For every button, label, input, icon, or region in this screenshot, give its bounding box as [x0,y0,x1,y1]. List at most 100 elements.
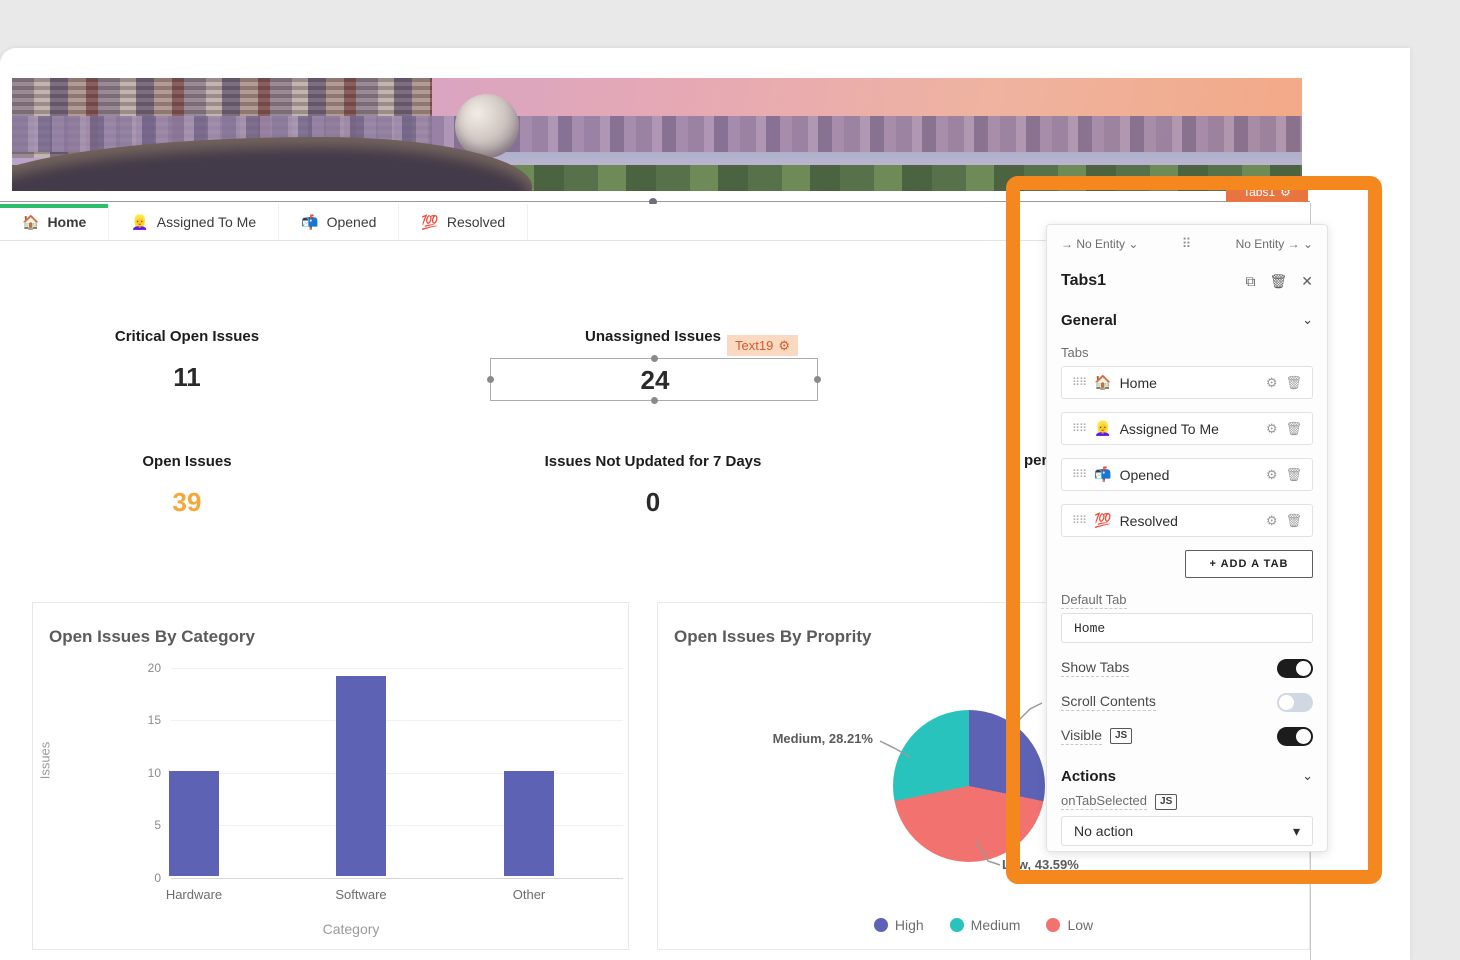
resize-handle-top[interactable] [651,355,658,362]
copy-icon[interactable]: ⧉ [1245,273,1255,290]
y-axis-label: Issues [38,711,53,811]
home-icon: 🏠 [22,214,39,231]
bar-software[interactable] [336,676,386,876]
chevron-down-icon: ⌄ [1302,768,1313,784]
actions-section-header[interactable]: Actions ⌄ [1061,761,1313,791]
app-canvas: 🏠 Home 👱‍♀️ Assigned To Me 📬 Opened 💯 Re… [0,48,1410,960]
gear-icon[interactable]: ⚙ [1280,185,1291,199]
stat-open-issues-label[interactable]: Open Issues [17,453,357,470]
drag-handle-icon[interactable]: ⠿⠿ [1072,468,1086,481]
science-world-dome [455,94,519,158]
header-city-image[interactable] [12,78,1302,191]
text19-selection-box[interactable]: 24 [490,358,818,401]
gear-icon[interactable]: ⚙ [1266,421,1278,437]
tick-15: 15 [131,713,161,727]
scroll-contents-label: Scroll Contents [1061,693,1156,711]
chevron-down-icon: ⌄ [1128,237,1138,251]
xlabel-hardware: Hardware [134,887,254,902]
widget-name: Tabs1 [1243,185,1275,199]
entity-navigation: → No Entity ⌄ ⠿ No Entity → ⌄ [1061,227,1313,261]
trash-icon[interactable]: 🗑 [1285,467,1302,483]
pane-tab-row-resolved[interactable]: ⠿⠿ 💯 Resolved ⚙ 🗑 [1061,504,1313,537]
on-tab-selected-select[interactable]: No action ▾ [1061,816,1313,846]
gear-icon[interactable]: ⚙ [1266,375,1278,391]
trash-icon[interactable]: 🗑 [1285,421,1302,437]
trash-icon[interactable]: 🗑 [1285,375,1302,391]
bar-hardware[interactable] [169,771,219,876]
xlabel-other: Other [469,887,589,902]
pie-chart[interactable] [893,710,1045,862]
js-toggle-badge[interactable]: JS [1110,728,1132,744]
chevron-down-icon: ⌄ [1303,237,1313,251]
legend-label: Medium [971,917,1021,933]
mailbox-icon: 📬 [301,214,318,231]
tabs-widget-name-badge[interactable]: Tabs1 ⚙ [1226,182,1308,202]
stat-critical-open-issues-label[interactable]: Critical Open Issues [17,328,357,345]
tick-5: 5 [131,818,161,832]
js-toggle-badge[interactable]: JS [1155,794,1177,810]
widget-name: Text19 [735,338,773,353]
tab-resolved[interactable]: 💯 Resolved [399,204,528,240]
x-axis-label: Category [271,921,431,937]
add-a-tab-button[interactable]: + ADD A TAB [1185,550,1313,578]
visible-label: Visible [1061,727,1102,745]
legend-high[interactable]: High [874,917,924,933]
pie-chart-title: Open Issues By Proprity [674,627,871,647]
bar-other[interactable] [504,771,554,876]
tab-label: Resolved [447,214,505,230]
legend-label: High [895,917,924,933]
trash-icon[interactable]: 🗑 [1285,513,1302,529]
gear-icon[interactable]: ⚙ [1266,467,1278,483]
gear-icon[interactable]: ⚙ [1266,513,1278,529]
prev-entity[interactable]: → No Entity ⌄ [1061,237,1138,251]
pane-widget-title[interactable]: Tabs1 [1061,272,1245,290]
home-icon: 🏠 [1094,374,1111,391]
selected-widget-badge[interactable]: Text19 ⚙ [727,335,798,356]
visible-toggle[interactable] [1277,727,1313,746]
drag-handle-icon[interactable]: ⠿⠿ [1072,422,1086,435]
trash-icon[interactable]: 🗑 [1269,273,1287,290]
stat-critical-open-issues-value[interactable]: 11 [17,362,357,393]
gear-icon[interactable]: ⚙ [778,338,790,354]
tab-label: Home [47,214,86,230]
entity-grid-icon[interactable]: ⠿ [1182,236,1193,252]
person-icon: 👱‍♀️ [131,214,148,231]
arrow-right-entity-icon: → [1288,237,1300,251]
stat-not-updated-value[interactable]: 0 [483,487,823,518]
stat-open-issues-value[interactable]: 39 [17,487,357,518]
pane-tab-row-home[interactable]: ⠿⠿ 🏠 Home ⚙ 🗑 [1061,366,1313,399]
pane-tab-row-assigned[interactable]: ⠿⠿ 👱‍♀️ Assigned To Me ⚙ 🗑 [1061,412,1313,445]
tab-label: Opened [327,214,377,230]
tab-opened[interactable]: 📬 Opened [279,204,399,240]
tab-label: Assigned To Me [157,214,256,230]
tick-10: 10 [131,766,161,780]
close-icon[interactable]: ✕ [1301,273,1313,290]
pane-tab-row-opened[interactable]: ⠿⠿ 📬 Opened ⚙ 🗑 [1061,458,1313,491]
legend-label: Low [1067,917,1093,933]
scroll-contents-toggle[interactable] [1277,693,1313,712]
next-entity[interactable]: No Entity → ⌄ [1236,237,1313,251]
drag-handle-icon[interactable]: ⠿⠿ [1072,514,1086,527]
tab-assigned-to-me[interactable]: 👱‍♀️ Assigned To Me [109,204,279,240]
xlabel-software: Software [301,887,421,902]
bar-chart-card[interactable]: Open Issues By Category Issues 20 15 10 … [32,602,629,950]
tabs-field-label: Tabs [1061,345,1313,360]
tabs-widget-selection-line [0,201,1310,202]
drag-handle-icon[interactable]: ⠿⠿ [1072,376,1086,389]
resize-handle-bottom[interactable] [651,397,658,404]
hundred-icon: 💯 [421,214,438,231]
legend-low[interactable]: Low [1046,917,1093,933]
legend-dot-low [1046,918,1060,932]
stat-unassigned-issues-value[interactable]: 24 [485,365,825,396]
mailbox-icon: 📬 [1094,466,1111,483]
default-tab-input[interactable]: Home [1061,613,1313,643]
tab-home[interactable]: 🏠 Home [0,204,109,240]
general-section-header[interactable]: General ⌄ [1061,305,1313,335]
person-icon: 👱‍♀️ [1094,420,1111,437]
stat-not-updated-label[interactable]: Issues Not Updated for 7 Days [483,453,823,470]
legend-medium[interactable]: Medium [950,917,1021,933]
bar-chart-title: Open Issues By Category [49,627,255,647]
show-tabs-toggle[interactable] [1277,659,1313,678]
arrow-left-entity-icon: → [1061,237,1073,251]
legend-dot-medium [950,918,964,932]
